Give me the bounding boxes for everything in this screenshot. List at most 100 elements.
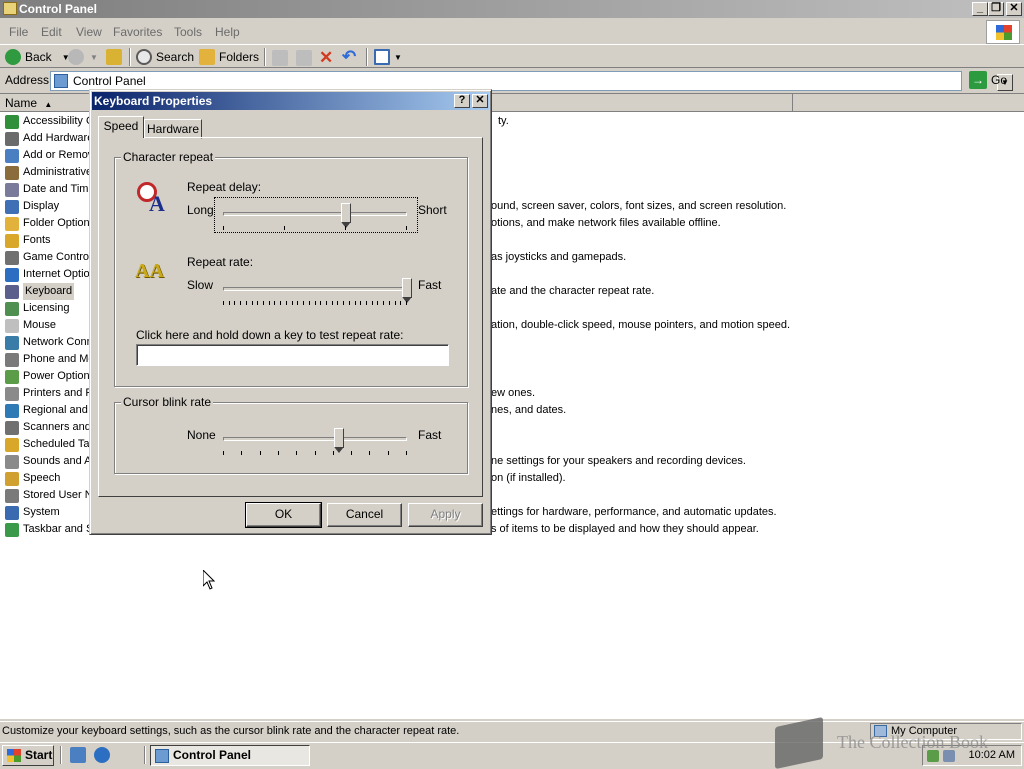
list-item[interactable]: Folder Option [5, 215, 95, 232]
address-input[interactable]: Control Panel ▼ [50, 71, 1013, 91]
description-printers: ew ones. [491, 387, 536, 399]
folders-icon [199, 49, 215, 65]
close-button[interactable]: ✕ [1006, 2, 1022, 16]
list-item[interactable]: Display [5, 198, 95, 215]
show-desktop-icon[interactable] [70, 747, 86, 763]
list-item[interactable]: Phone and Mo [5, 351, 95, 368]
list-item[interactable]: Mouse [5, 317, 95, 334]
item-icon [5, 335, 19, 350]
list-item[interactable]: Regional and [5, 402, 95, 419]
menu-edit[interactable]: Edit [41, 25, 62, 39]
slider-tick [223, 301, 224, 305]
list-item[interactable]: Sounds and A [5, 453, 95, 470]
repeat-delay-thumb[interactable] [341, 203, 352, 228]
list-item[interactable]: Internet Optio [5, 266, 95, 283]
slider-tick [345, 226, 346, 230]
delete-icon[interactable]: ✕ [319, 48, 333, 68]
slider-tick [387, 451, 389, 455]
repeat-delay-icon: A [135, 180, 169, 215]
folders-button[interactable]: Folders [199, 49, 259, 65]
item-icon [5, 488, 19, 503]
search-button[interactable]: Search [136, 49, 194, 65]
forward-dropdown-icon[interactable]: ▼ [90, 53, 98, 62]
copy-to-icon[interactable] [296, 50, 312, 66]
undo-icon[interactable]: ↶ [342, 47, 356, 67]
repeat-delay-slider[interactable] [214, 197, 418, 233]
back-button[interactable]: Back ▼ [5, 49, 70, 65]
cursor-blink-max-label: Fast [418, 428, 442, 442]
go-button[interactable]: → Go [969, 71, 1007, 89]
forward-button[interactable]: ▼ [68, 49, 98, 65]
maximize-button[interactable]: ❐ [988, 2, 1004, 16]
repeat-rate-thumb[interactable] [402, 278, 412, 303]
item-icon [5, 369, 19, 384]
menu-view[interactable]: View [76, 25, 102, 39]
minimize-button[interactable]: _ [972, 2, 988, 16]
views-button[interactable]: ▼ [374, 49, 402, 65]
menu-favorites[interactable]: Favorites [113, 25, 162, 39]
windows-flag-icon [7, 749, 21, 762]
menu-file[interactable]: File [9, 25, 28, 39]
list-item[interactable]: Scheduled Ta [5, 436, 95, 453]
dialog-help-button[interactable]: ? [454, 94, 470, 108]
window-titlebar[interactable]: Control Panel _ ❐ ✕ [0, 0, 1024, 18]
mouse-cursor-icon [203, 570, 215, 590]
slider-tick [351, 451, 353, 455]
move-to-icon[interactable] [272, 50, 288, 66]
list-item-label: Accessibility O [23, 115, 95, 127]
slider-tick [245, 301, 247, 305]
list-item[interactable]: Licensing [5, 300, 95, 317]
list-item[interactable]: Add or Remov [5, 147, 95, 164]
item-icon [5, 403, 19, 418]
list-item[interactable]: Power Option [5, 368, 95, 385]
test-repeat-input[interactable] [136, 344, 449, 366]
list-item[interactable]: System [5, 504, 95, 521]
item-icon [5, 454, 19, 469]
cursor-blink-thumb[interactable] [333, 428, 344, 453]
list-item-label: Display [23, 200, 60, 212]
list-item[interactable]: Fonts [5, 232, 95, 249]
cursor-blink-slider[interactable] [215, 423, 417, 457]
taskbar-item-control-panel[interactable]: Control Panel [150, 745, 310, 766]
dialog-titlebar[interactable]: Keyboard Properties ? ✕ [92, 92, 489, 110]
cursor-blink-group: Cursor blink rate None Fast [114, 395, 468, 474]
item-icon [5, 318, 19, 333]
start-button[interactable]: Start [2, 745, 54, 766]
slider-tick [320, 301, 322, 305]
list-item[interactable]: Keyboard [5, 283, 95, 300]
tab-speed[interactable]: Speed [98, 116, 144, 138]
internet-explorer-icon[interactable] [94, 747, 110, 763]
start-label: Start [25, 748, 53, 762]
slider-tick [277, 451, 279, 455]
item-icon [5, 352, 19, 367]
up-folder-button[interactable] [106, 49, 122, 65]
item-icon [5, 131, 19, 146]
menu-tools[interactable]: Tools [174, 25, 202, 39]
list-item[interactable]: Date and Tim [5, 181, 95, 198]
list-item[interactable]: Scanners and [5, 419, 95, 436]
list-item[interactable]: Printers and F [5, 385, 95, 402]
slider-tick [223, 226, 224, 230]
description-game-controllers: as joysticks and gamepads. [491, 251, 627, 263]
views-dropdown-icon: ▼ [394, 52, 402, 62]
list-item-label: Scheduled Ta [23, 438, 90, 450]
repeat-rate-slider[interactable] [215, 273, 417, 307]
menu-help[interactable]: Help [215, 25, 240, 39]
list-item[interactable]: Administrative [5, 164, 95, 181]
description-display: ound, screen saver, colors, font sizes, … [491, 200, 787, 212]
list-item[interactable]: Network Conn [5, 334, 95, 351]
list-item[interactable]: Add Hardware [5, 130, 95, 147]
list-item[interactable]: Taskbar and S [5, 521, 95, 538]
list-item[interactable]: Accessibility O [5, 113, 95, 130]
list-item[interactable]: Game Control [5, 249, 95, 266]
cancel-button[interactable]: Cancel [327, 503, 402, 527]
list-item[interactable]: Speech [5, 470, 95, 487]
list-item[interactable]: Stored User N [5, 487, 95, 504]
slider-tick [348, 301, 350, 305]
tab-hardware[interactable]: Hardware [144, 119, 202, 139]
item-icon [5, 301, 19, 316]
apply-button[interactable]: Apply [408, 503, 483, 527]
ok-button[interactable]: OK [245, 502, 322, 528]
go-label: Go [991, 73, 1008, 87]
dialog-close-button[interactable]: ✕ [472, 94, 488, 108]
